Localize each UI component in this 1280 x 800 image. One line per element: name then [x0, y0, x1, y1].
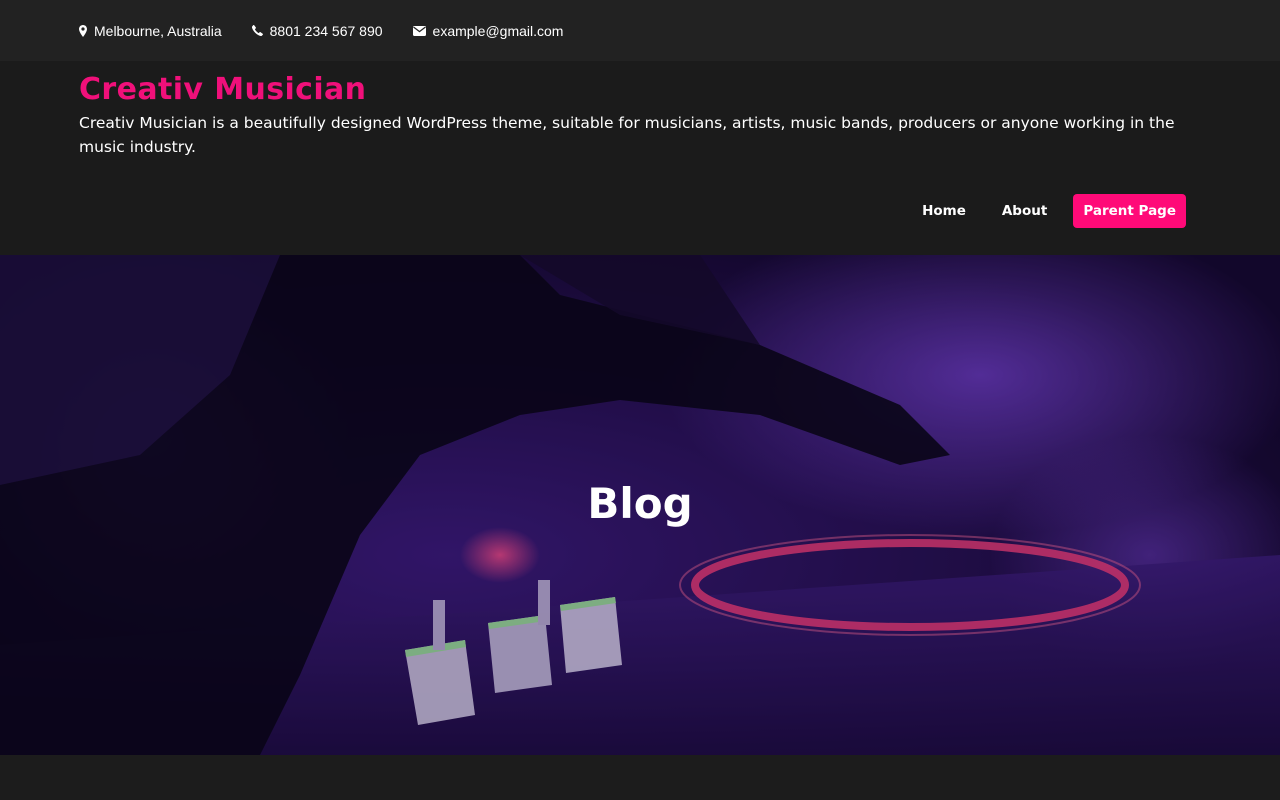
page-title: Blog: [587, 479, 693, 528]
phone-icon: [251, 25, 270, 36]
content-area: [0, 755, 1280, 800]
phone-info: 8801 234 567 890: [251, 22, 383, 39]
nav-item-parent-page[interactable]: Parent Page: [1073, 194, 1186, 228]
top-info-bar: Melbourne, Australia 8801 234 567 890 ex…: [0, 0, 1280, 61]
map-marker-icon: [79, 24, 94, 37]
location-info: Melbourne, Australia: [79, 23, 222, 39]
email-info: example@gmail.com: [412, 23, 564, 39]
location-text: Melbourne, Australia: [94, 22, 222, 39]
phone-text: 8801 234 567 890: [269, 22, 383, 39]
site-title[interactable]: Creativ Musician: [79, 69, 366, 109]
site-header: Creativ Musician Creativ Musician is a b…: [0, 61, 1280, 255]
envelope-icon: [412, 25, 433, 36]
nav-item-home[interactable]: Home: [912, 195, 976, 227]
nav-item-about[interactable]: About: [992, 195, 1057, 227]
hero-banner: Blog: [0, 255, 1280, 755]
main-navigation: Home About Parent Page: [896, 194, 1186, 228]
email-text[interactable]: example@gmail.com: [433, 23, 564, 39]
site-description: Creativ Musician is a beautifully design…: [79, 114, 1175, 156]
